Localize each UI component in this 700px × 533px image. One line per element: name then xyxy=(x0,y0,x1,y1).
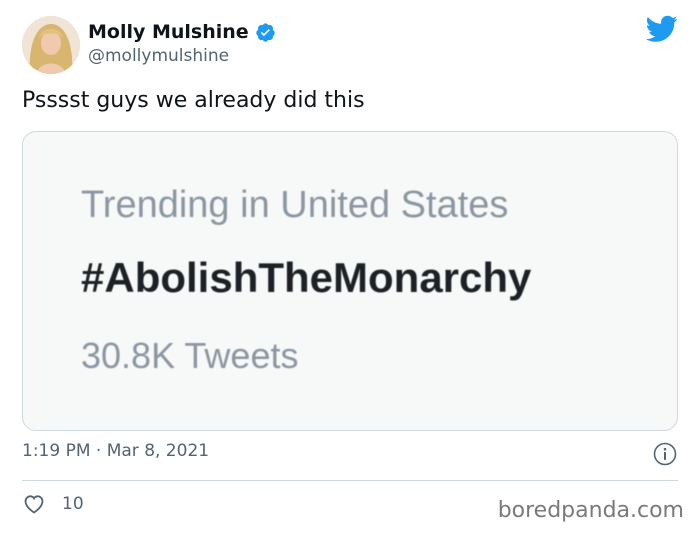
like-button[interactable]: 10 xyxy=(22,492,84,516)
tweet-media-image[interactable]: Trending in United States #AbolishTheMon… xyxy=(22,131,678,431)
heart-icon[interactable] xyxy=(22,492,46,516)
watermark: boredpanda.com xyxy=(497,498,684,523)
tweet-text: Psssst guys we already did this xyxy=(22,88,365,113)
avatar[interactable] xyxy=(22,16,80,74)
tweet-timestamp[interactable]: 1:19 PM · Mar 8, 2021 xyxy=(22,441,209,461)
trend-tweet-count: 30.8K Tweets xyxy=(81,335,299,376)
twitter-bird-icon[interactable] xyxy=(646,15,678,43)
trend-label: Trending in United States xyxy=(81,184,509,226)
divider xyxy=(22,480,678,481)
trend-hashtag: #AbolishTheMonarchy xyxy=(81,254,532,301)
author-display-name[interactable]: Molly Mulshine xyxy=(88,21,249,43)
verified-badge-icon xyxy=(256,22,275,42)
author-handle[interactable]: @mollymulshine xyxy=(88,46,229,66)
author-name-row[interactable]: Molly Mulshine xyxy=(88,21,276,43)
like-count: 10 xyxy=(62,494,84,514)
info-icon[interactable] xyxy=(653,442,677,466)
